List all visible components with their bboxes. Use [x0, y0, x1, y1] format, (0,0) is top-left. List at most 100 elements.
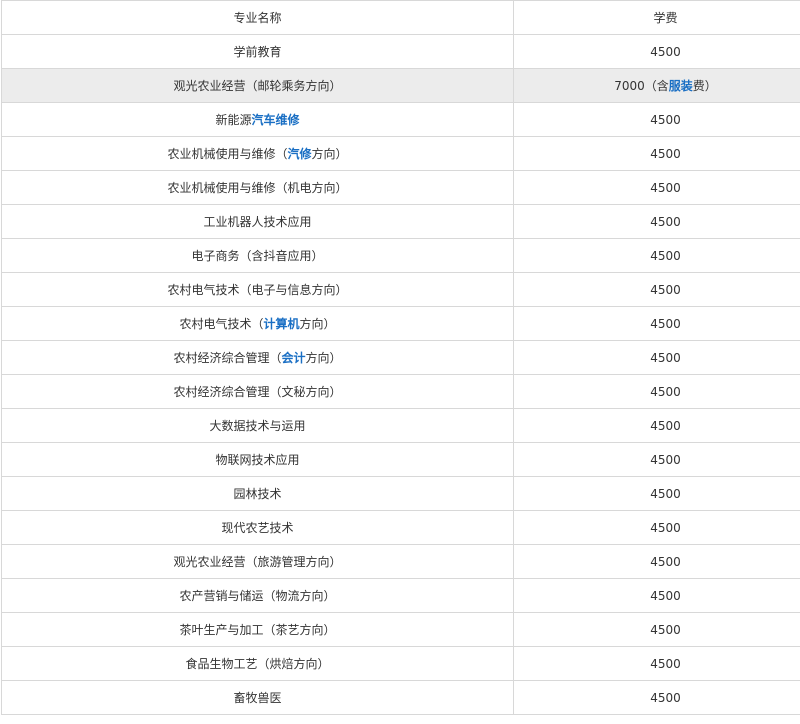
fee-cell: 4500 — [513, 136, 800, 171]
table-row: 畜牧兽医 4500 — [1, 680, 800, 715]
fee-value: 4500 — [650, 248, 681, 263]
major-name-cell: 食品生物工艺（烘焙方向） — [1, 646, 514, 681]
table-row: 农业机械使用与维修（汽修方向） 4500 — [1, 136, 800, 171]
major-name: 工业机器人技术应用 — [203, 215, 312, 229]
major-name: 农业机械使用与维修（机电方向） — [167, 181, 348, 195]
fee-cell: 4500 — [513, 374, 800, 409]
table-row: 茶叶生产与加工（茶艺方向） 4500 — [1, 612, 800, 647]
table-row: 农产营销与储运（物流方向） 4500 — [1, 578, 800, 613]
table-row: 现代农艺技术 4500 — [1, 510, 800, 545]
table-row: 农村经济综合管理（会计方向） 4500 — [1, 340, 800, 375]
major-name-cell: 物联网技术应用 — [1, 442, 514, 477]
keyword-link[interactable]: 计算机 — [263, 317, 299, 331]
major-name-suffix: 方向） — [311, 147, 348, 161]
major-name: 食品生物工艺（烘焙方向） — [185, 657, 330, 671]
table-row: 农业机械使用与维修（机电方向） 4500 — [1, 170, 800, 205]
fee-value: 4500 — [650, 214, 681, 229]
fee-value: 4500 — [650, 656, 681, 671]
major-name-cell: 园林技术 — [1, 476, 514, 511]
major-name: 观光农业经营（邮轮乘务方向） — [173, 79, 342, 93]
fee-cell: 4500 — [513, 646, 800, 681]
table-row: 农村电气技术（电子与信息方向） 4500 — [1, 272, 800, 307]
fee-value: 4500 — [650, 350, 681, 365]
header-major-name: 专业名称 — [1, 0, 514, 35]
keyword-link[interactable]: 汽车维修 — [252, 113, 300, 127]
major-name: 农村电气技术（ — [179, 317, 264, 331]
major-name-cell: 农业机械使用与维修（汽修方向） — [1, 136, 514, 171]
table-row: 物联网技术应用 4500 — [1, 442, 800, 477]
table-row: 观光农业经营（旅游管理方向） 4500 — [1, 544, 800, 579]
major-name-cell: 农村电气技术（计算机方向） — [1, 306, 514, 341]
major-name-cell: 农产营销与储运（物流方向） — [1, 578, 514, 613]
fee-value: 4500 — [650, 520, 681, 535]
table-row: 学前教育 4500 — [1, 34, 800, 69]
major-name: 农业机械使用与维修（ — [167, 147, 288, 161]
major-name-cell: 大数据技术与运用 — [1, 408, 514, 443]
fee-value: 4500 — [650, 452, 681, 467]
fee-cell: 4500 — [513, 578, 800, 613]
major-name-cell: 观光农业经营（邮轮乘务方向） — [1, 68, 514, 103]
major-name: 农村电气技术（电子与信息方向） — [167, 283, 348, 297]
fee-cell: 4500 — [513, 680, 800, 715]
fee-value: 4500 — [650, 316, 681, 331]
fee-cell: 4500 — [513, 442, 800, 477]
fee-cell: 4500 — [513, 204, 800, 239]
major-name: 物联网技术应用 — [215, 453, 300, 467]
major-name-cell: 农村经济综合管理（文秘方向） — [1, 374, 514, 409]
major-name-cell: 茶叶生产与加工（茶艺方向） — [1, 612, 514, 647]
fee-cell: 4500 — [513, 170, 800, 205]
tuition-fee-table: 专业名称 学费 学前教育 4500 观光农业经营（邮轮乘务方向） 7000（含服… — [1, 0, 800, 715]
table-header-row: 专业名称 学费 — [1, 0, 800, 35]
fee-value: 4500 — [650, 554, 681, 569]
table-row: 工业机器人技术应用 4500 — [1, 204, 800, 239]
major-name: 畜牧兽医 — [233, 691, 282, 705]
major-name-cell: 观光农业经营（旅游管理方向） — [1, 544, 514, 579]
fee-value-suffix: 费） — [692, 79, 717, 93]
fee-value: 4500 — [650, 282, 681, 297]
fee-value: 4500 — [650, 44, 681, 59]
fee-value: 4500 — [650, 588, 681, 603]
major-name-cell: 畜牧兽医 — [1, 680, 514, 715]
major-name-cell: 农村经济综合管理（会计方向） — [1, 340, 514, 375]
keyword-link[interactable]: 会计 — [281, 351, 305, 365]
table-row: 电子商务（含抖音应用） 4500 — [1, 238, 800, 273]
major-name: 农村经济综合管理（ — [173, 351, 282, 365]
fee-cell: 4500 — [513, 34, 800, 69]
keyword-link[interactable]: 汽修 — [287, 147, 311, 161]
major-name-cell: 电子商务（含抖音应用） — [1, 238, 514, 273]
major-name: 学前教育 — [233, 45, 282, 59]
major-name-suffix: 方向） — [299, 317, 336, 331]
major-name: 观光农业经营（旅游管理方向） — [173, 555, 342, 569]
fee-value: 4500 — [650, 384, 681, 399]
major-name: 现代农艺技术 — [221, 521, 294, 535]
major-name: 大数据技术与运用 — [209, 419, 306, 433]
major-name: 新能源 — [215, 113, 252, 127]
fee-cell: 4500 — [513, 476, 800, 511]
major-name: 农村经济综合管理（文秘方向） — [173, 385, 342, 399]
keyword-link[interactable]: 服装 — [669, 79, 693, 93]
major-name-cell: 现代农艺技术 — [1, 510, 514, 545]
fee-cell: 4500 — [513, 340, 800, 375]
major-name: 茶叶生产与加工（茶艺方向） — [179, 623, 336, 637]
fee-cell: 4500 — [513, 408, 800, 443]
major-name-cell: 工业机器人技术应用 — [1, 204, 514, 239]
table-row: 大数据技术与运用 4500 — [1, 408, 800, 443]
major-name-cell: 农业机械使用与维修（机电方向） — [1, 170, 514, 205]
fee-value: 4500 — [650, 690, 681, 705]
major-name-cell: 新能源汽车维修 — [1, 102, 514, 137]
major-name-cell: 农村电气技术（电子与信息方向） — [1, 272, 514, 307]
fee-value: 7000（含 — [614, 79, 669, 93]
table-row: 新能源汽车维修 4500 — [1, 102, 800, 137]
table-row: 观光农业经营（邮轮乘务方向） 7000（含服装费） — [1, 68, 800, 103]
fee-value: 4500 — [650, 146, 681, 161]
fee-value: 4500 — [650, 418, 681, 433]
major-name: 电子商务（含抖音应用） — [191, 249, 324, 263]
fee-value: 4500 — [650, 622, 681, 637]
table-row: 农村电气技术（计算机方向） 4500 — [1, 306, 800, 341]
header-tuition-fee: 学费 — [513, 0, 800, 35]
fee-cell: 4500 — [513, 238, 800, 273]
fee-cell: 4500 — [513, 102, 800, 137]
major-name: 园林技术 — [233, 487, 282, 501]
major-name-cell: 学前教育 — [1, 34, 514, 69]
major-name: 农产营销与储运（物流方向） — [179, 589, 336, 603]
